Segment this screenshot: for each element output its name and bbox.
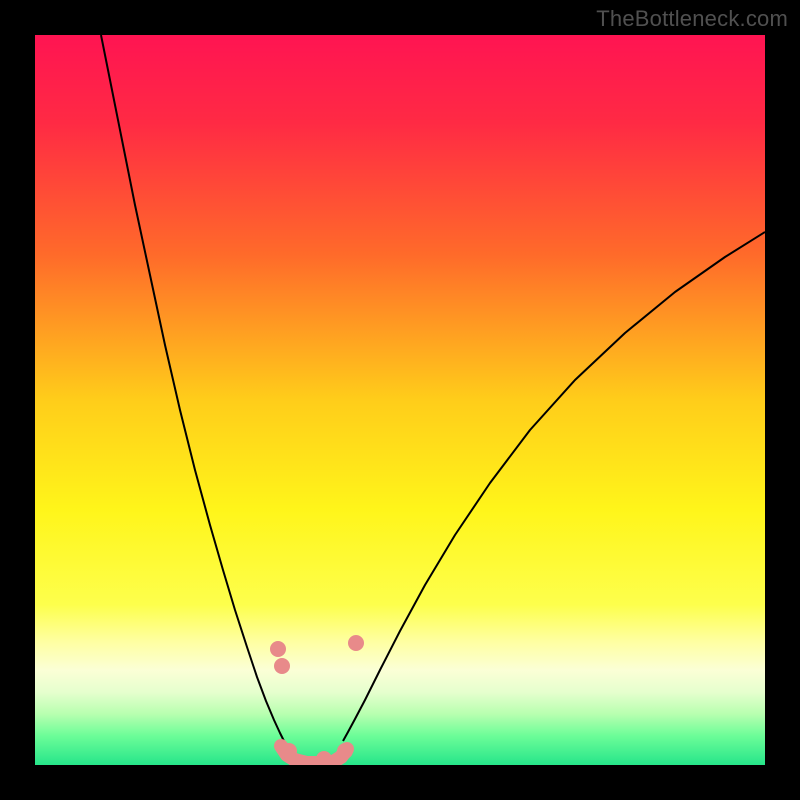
dot-bottom-right: [337, 743, 353, 759]
dot-right-1: [348, 635, 364, 651]
dot-left-2: [274, 658, 290, 674]
dot-left-1: [270, 641, 286, 657]
plot-area: [35, 35, 765, 765]
dot-bottom-mid: [316, 751, 332, 765]
right-curve: [343, 232, 765, 741]
chart-overlay: [35, 35, 765, 765]
left-curve: [101, 35, 284, 741]
watermark-text: TheBottleneck.com: [596, 6, 788, 32]
dot-bottom-left: [281, 743, 297, 759]
